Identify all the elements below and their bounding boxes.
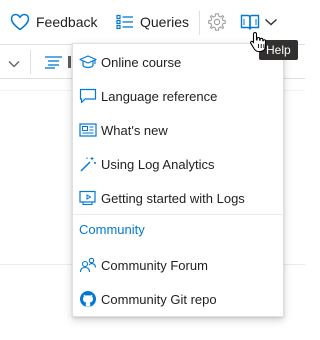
list-icon (116, 14, 134, 30)
github-icon (79, 290, 97, 308)
menu-item-label: Online course (101, 54, 182, 70)
page: Feedback Queries Online course Language … (0, 0, 305, 340)
presentation-icon (79, 189, 97, 207)
menu-item-language-reference[interactable]: Language reference (73, 79, 283, 113)
menu-item-label: Community Git repo (101, 291, 217, 307)
menu-item-label: Community Forum (101, 257, 208, 273)
collapse-chevron-icon[interactable] (8, 56, 20, 74)
menu-item-label: Language reference (101, 88, 218, 104)
feedback-label: Feedback (36, 14, 98, 30)
menu-item-community-git-repo[interactable]: Community Git repo (73, 282, 283, 316)
magic-wand-icon (79, 155, 97, 173)
settings-button[interactable] (207, 0, 227, 44)
chevron-down-icon (264, 17, 278, 27)
people-icon (79, 256, 97, 274)
news-icon (79, 121, 97, 139)
format-query-icon[interactable] (44, 55, 64, 74)
toolbar-separator (199, 11, 200, 35)
graduation-cap-icon (79, 53, 97, 71)
feedback-button[interactable]: Feedback (10, 0, 97, 44)
heart-icon (10, 13, 30, 31)
menu-divider (73, 214, 283, 215)
menu-item-label: Getting started with Logs (101, 190, 245, 206)
toolbar2-separator (30, 50, 31, 74)
queries-label: Queries (140, 14, 190, 30)
menu-item-label: What's new (101, 122, 168, 138)
menu-item-community-forum[interactable]: Community Forum (73, 248, 283, 282)
community-section-title: Community (79, 222, 145, 237)
help-menu: Online course Language reference What's … (72, 43, 284, 317)
queries-button[interactable]: Queries (116, 0, 189, 44)
menu-item-using-log-analytics[interactable]: Using Log Analytics (73, 147, 283, 181)
book-icon (240, 13, 260, 31)
gear-icon (207, 12, 227, 32)
speech-bubble-icon (79, 87, 97, 105)
truncated-toolbar-text (68, 56, 71, 68)
menu-item-label: Using Log Analytics (101, 156, 215, 172)
menu-item-getting-started-with-logs[interactable]: Getting started with Logs (73, 181, 283, 215)
menu-item-whats-new[interactable]: What's new (73, 113, 283, 147)
hand-cursor-icon (249, 31, 267, 58)
